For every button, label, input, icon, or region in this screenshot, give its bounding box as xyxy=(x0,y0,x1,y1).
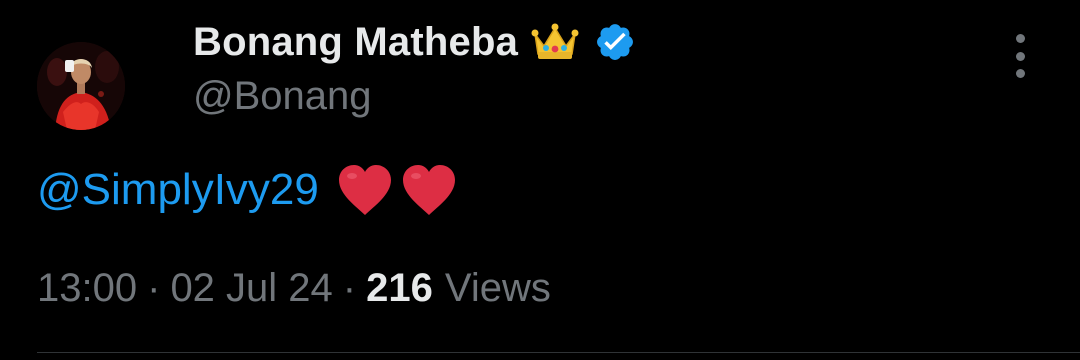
more-vertical-icon xyxy=(1015,51,1025,61)
tweet-meta: 13:00 · 02 Jul 24 · 216 Views xyxy=(37,266,551,311)
crown-emoji xyxy=(530,22,580,62)
red-heart-emoji xyxy=(335,163,395,217)
divider xyxy=(37,352,1080,353)
tweet-card[interactable]: Bonang Matheba @Bonang @SimplyIvy29 13:0… xyxy=(0,0,1080,360)
tweet-emojis xyxy=(335,163,463,217)
tweet-text: @SimplyIvy29 xyxy=(37,160,463,220)
author-handle[interactable]: @Bonang xyxy=(193,74,372,119)
mention-link[interactable]: @SimplyIvy29 xyxy=(37,165,319,215)
avatar[interactable] xyxy=(37,42,125,130)
verified-badge-icon[interactable] xyxy=(594,21,636,63)
views-count: 216 xyxy=(366,266,433,310)
author-name-row[interactable]: Bonang Matheba xyxy=(193,18,636,66)
tweet-date[interactable]: 02 Jul 24 xyxy=(170,266,332,311)
tweet-time[interactable]: 13:00 xyxy=(37,266,137,311)
separator: · xyxy=(342,266,357,310)
display-name[interactable]: Bonang Matheba xyxy=(193,20,518,65)
more-options-button[interactable] xyxy=(1000,34,1040,78)
views-label: Views xyxy=(444,266,551,310)
red-heart-emoji xyxy=(399,163,459,217)
more-vertical-icon xyxy=(1015,69,1025,78)
more-vertical-icon xyxy=(1015,34,1025,43)
separator: · xyxy=(147,266,161,310)
